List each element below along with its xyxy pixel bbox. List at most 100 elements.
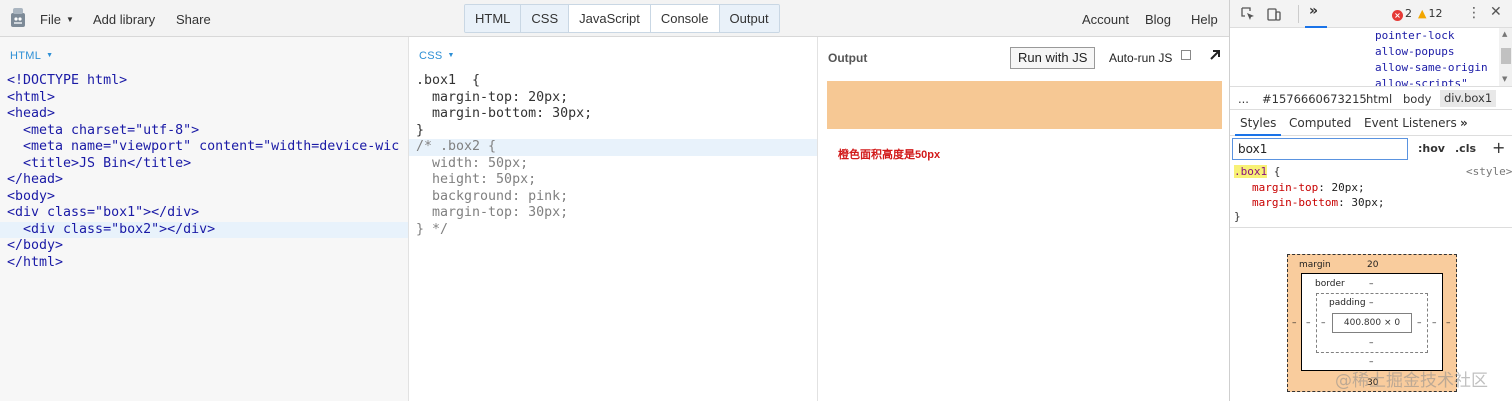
account-link[interactable]: Account — [1082, 12, 1129, 27]
add-library-menu[interactable]: Add library — [93, 12, 155, 27]
html-code[interactable]: <!DOCTYPE html> <html> <head> <meta char… — [0, 73, 408, 271]
watermark: @稀土掘金技术社区 — [1335, 371, 1488, 391]
file-menu[interactable]: File ▼ — [40, 12, 74, 27]
box-model-padding-left[interactable]: – — [1321, 318, 1326, 328]
dom-line: allow-popups — [1375, 45, 1455, 58]
box-model-margin-left[interactable]: – — [1292, 318, 1297, 328]
box-model-padding-right[interactable]: – — [1417, 318, 1422, 328]
breadcrumb-ellipsis[interactable]: ... — [1238, 92, 1249, 106]
dom-scrollbar[interactable]: ▲ ▼ — [1499, 28, 1512, 86]
box-model-padding-label: padding — [1329, 298, 1366, 308]
breadcrumb-body[interactable]: body — [1403, 92, 1431, 106]
dom-tree[interactable]: pointer-lock allow-popups allow-same-ori… — [1230, 28, 1512, 86]
devtools-toolbar: » × 2 ▲ 12 ⋮ ✕ — [1230, 0, 1512, 28]
tab-output[interactable]: Output — [719, 5, 779, 32]
code-line: .box1 { — [416, 73, 481, 88]
blog-link[interactable]: Blog — [1145, 12, 1171, 27]
more-tabs-icon[interactable]: » — [1460, 116, 1468, 130]
rule-close-brace: } — [1234, 210, 1241, 223]
box-model-margin-top[interactable]: 20 — [1367, 260, 1378, 270]
dom-breadcrumb: ... #1576660673215 html body div.box1 — [1230, 86, 1512, 110]
tab-html[interactable]: HTML — [465, 5, 522, 32]
tab-console[interactable]: Console — [650, 5, 720, 32]
jsbin-logo-icon[interactable] — [8, 7, 28, 29]
chevron-down-icon: ▼ — [46, 52, 54, 59]
box-model-border-top[interactable]: – — [1369, 279, 1374, 289]
code-line: <title>JS Bin</title> — [7, 155, 192, 171]
breadcrumb-iframe[interactable]: #1576660673215 — [1262, 92, 1367, 106]
kebab-menu-icon[interactable]: ⋮ — [1467, 5, 1481, 21]
devtools-panel: » × 2 ▲ 12 ⋮ ✕ pointer-lock allow-popups al… — [1229, 0, 1512, 401]
code-line: margin-bottom: 30px; — [416, 106, 593, 121]
breadcrumb-html[interactable]: html — [1366, 92, 1392, 106]
breadcrumb-div-box1[interactable]: div.box1 — [1440, 90, 1497, 107]
active-tab-underline — [1235, 134, 1281, 136]
tab-event-listeners[interactable]: Event Listeners — [1364, 116, 1457, 130]
dom-line: pointer-lock — [1375, 29, 1455, 42]
code-line: } — [416, 122, 425, 138]
code-line: margin-top: 30px; — [416, 205, 569, 220]
inspect-element-icon[interactable] — [1240, 6, 1256, 22]
code-line: <div class="box1"></div> — [7, 205, 200, 220]
box-model-content[interactable]: 400.800 × 0 — [1332, 313, 1412, 333]
tab-javascript[interactable]: JavaScript — [569, 5, 651, 32]
code-line: <meta name="viewport" content="width=dev… — [7, 139, 400, 154]
box-model-padding-bottom[interactable]: – — [1369, 338, 1374, 348]
auto-run-js-label[interactable]: Auto-run JS — [1109, 51, 1172, 65]
html-panel-header[interactable]: HTML ▼ — [10, 50, 53, 62]
code-line-active: /* .box2 { — [409, 139, 817, 156]
code-line: width: 50px; — [416, 155, 529, 171]
error-icon: × — [1392, 10, 1403, 21]
tab-css[interactable]: CSS — [521, 5, 570, 32]
code-line: <meta charset="utf-8"> — [7, 122, 200, 138]
panel-toggle-tabs: HTML CSS JavaScript Console Output — [464, 4, 780, 33]
dom-line: allow-same-origin — [1375, 61, 1488, 74]
more-panels-icon[interactable]: » — [1309, 3, 1318, 19]
box-model-margin-label: margin — [1299, 260, 1331, 270]
declaration[interactable]: margin-bottom: 30px; — [1252, 195, 1384, 210]
box-model-border-right[interactable]: – — [1432, 318, 1437, 328]
code-line: <!DOCTYPE html> — [7, 73, 128, 88]
box-model-border-label: border — [1315, 279, 1345, 289]
issues-counter[interactable]: × 2 ▲ 12 — [1392, 7, 1442, 21]
rule-selector[interactable]: .box1 { — [1234, 164, 1280, 179]
hov-toggle[interactable]: :hov — [1418, 142, 1445, 155]
styles-filter-input[interactable]: box1 — [1232, 138, 1408, 160]
new-style-rule-icon[interactable]: + — [1492, 138, 1505, 157]
box-model-border-left[interactable]: – — [1306, 318, 1311, 328]
section-divider — [1230, 227, 1512, 228]
code-line: <html> — [7, 89, 56, 105]
scrollbar-thumb[interactable] — [1501, 48, 1511, 64]
code-line: height: 50px; — [416, 172, 537, 187]
styles-tabbar: Styles Computed Event Listeners » — [1230, 110, 1512, 136]
code-line: <body> — [7, 188, 56, 204]
declaration[interactable]: margin-top: 20px; — [1252, 180, 1365, 195]
popout-arrow-icon[interactable] — [1208, 48, 1222, 62]
share-menu[interactable]: Share — [176, 12, 211, 27]
code-line: </body> — [7, 238, 64, 253]
cls-toggle[interactable]: .cls — [1455, 142, 1476, 155]
css-editor-pane[interactable]: CSS ▼ .box1 { margin-top: 20px; margin-bo… — [409, 37, 818, 401]
auto-run-js-checkbox[interactable] — [1181, 50, 1191, 60]
tab-computed[interactable]: Computed — [1289, 116, 1351, 130]
html-editor-pane[interactable]: HTML ▼ <!DOCTYPE html> <html> <head> <met… — [0, 37, 409, 401]
jsbin-toolbar: File ▼ Add library Share HTML CSS JavaScr… — [0, 0, 1229, 37]
warning-icon: ▲ — [1418, 7, 1427, 20]
output-note: 橙色面积高度是50px — [838, 149, 941, 161]
toolbar-divider — [1298, 5, 1299, 23]
css-code[interactable]: .box1 { margin-top: 20px; margin-bottom:… — [409, 73, 817, 238]
rule-source-link[interactable]: <style> — [1466, 164, 1512, 179]
output-pane: Output Run with JS Auto-run JS 橙色面积高度是50… — [818, 37, 1229, 401]
tab-styles[interactable]: Styles — [1240, 116, 1276, 130]
help-link[interactable]: Help — [1191, 12, 1218, 27]
device-toolbar-icon[interactable] — [1266, 6, 1282, 22]
box-model-padding-top[interactable]: – — [1369, 298, 1374, 308]
scroll-down-icon[interactable]: ▼ — [1502, 75, 1507, 83]
box-model-margin-right[interactable]: – — [1446, 318, 1451, 328]
scroll-up-icon[interactable]: ▲ — [1502, 30, 1507, 38]
close-icon[interactable]: ✕ — [1490, 4, 1502, 20]
output-title: Output — [828, 51, 868, 65]
css-panel-header[interactable]: CSS ▼ — [419, 50, 455, 62]
run-with-js-button[interactable]: Run with JS — [1010, 47, 1096, 69]
dom-line: allow-scripts" — [1375, 77, 1468, 86]
